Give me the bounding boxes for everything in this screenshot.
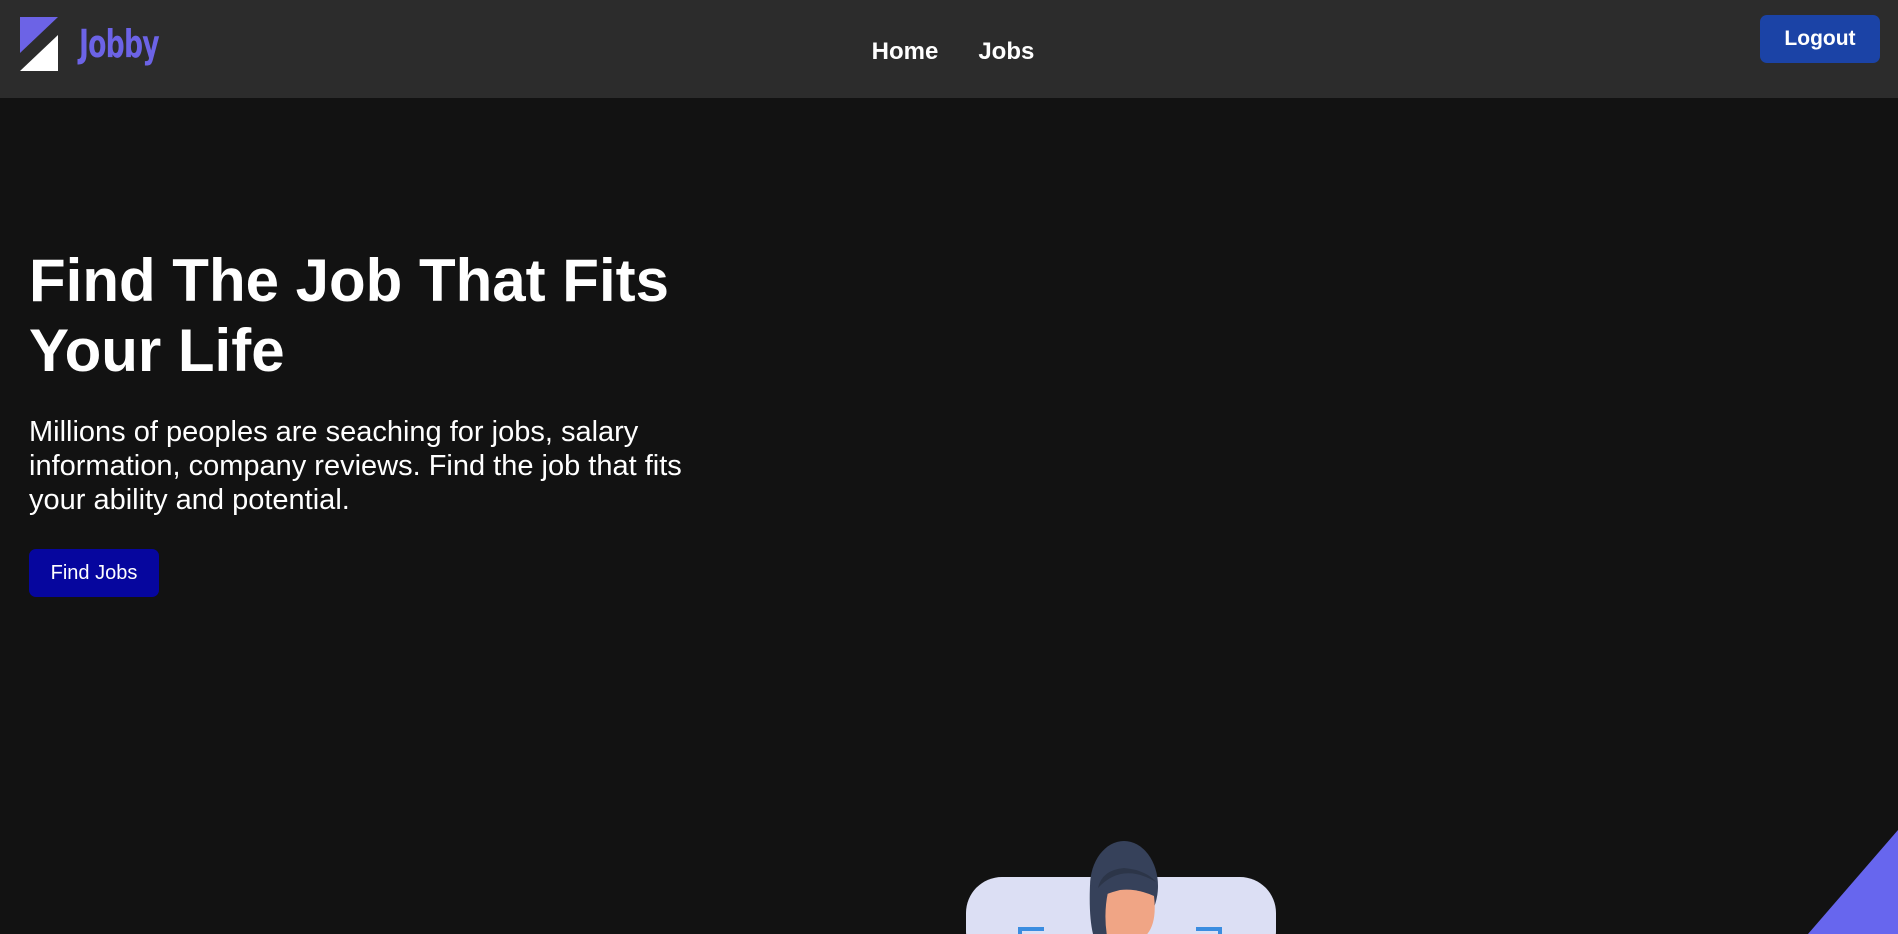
- purple-corner-shape: [1808, 830, 1898, 934]
- nav-link-home[interactable]: Home: [872, 38, 939, 66]
- find-jobs-button[interactable]: Find Jobs: [29, 549, 159, 597]
- brand-name: Jobby: [79, 22, 160, 66]
- jobby-logo-icon: [20, 17, 58, 71]
- person-at-screen-illustration: [966, 841, 1276, 934]
- nav-link-jobs[interactable]: Jobs: [978, 38, 1034, 66]
- navbar: Jobby Home Jobs Logout: [0, 0, 1898, 98]
- hero-description: Millions of peoples are seaching for job…: [29, 416, 682, 516]
- logout-button[interactable]: Logout: [1760, 15, 1880, 63]
- hero-title: Find The Job That Fits Your Life: [29, 247, 669, 384]
- main-nav: Home Jobs: [0, 0, 1898, 104]
- brand-logo-link[interactable]: Jobby: [20, 17, 181, 71]
